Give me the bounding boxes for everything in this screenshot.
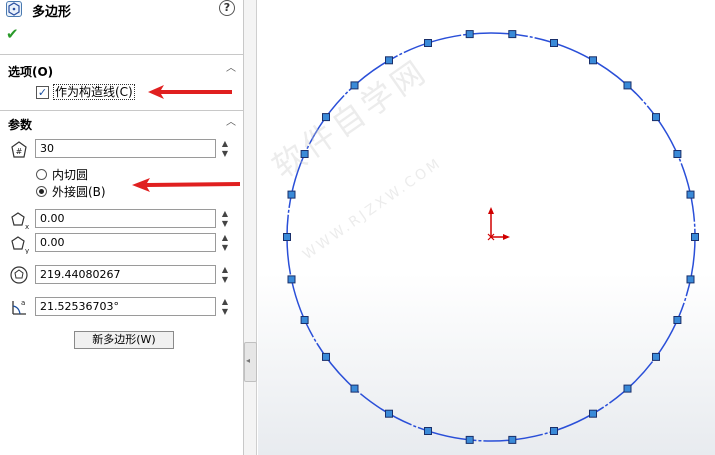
angle-icon: a: [9, 297, 29, 317]
polygon-vertex[interactable]: [508, 435, 517, 444]
panel-title: 多边形: [32, 5, 72, 20]
splitter-arrow-icon: ◂: [246, 356, 251, 365]
polygon-vertex[interactable]: [686, 190, 695, 199]
center-x-stepper[interactable]: ▲ ▼: [220, 209, 230, 229]
center-x-input[interactable]: 0.00: [35, 209, 216, 228]
panel-header: 多边形 ?: [0, 0, 244, 20]
angle-stepper[interactable]: ▲ ▼: [220, 297, 230, 317]
svg-text:x: x: [25, 223, 29, 230]
polygon-vertex[interactable]: [623, 384, 632, 393]
polygon-vertex[interactable]: [283, 233, 291, 241]
polygon-vertex[interactable]: [550, 427, 558, 435]
inscribed-radio[interactable]: [36, 169, 47, 180]
center-x-icon: x: [9, 210, 29, 231]
polygon-vertex[interactable]: [652, 352, 660, 361]
diameter-icon: [9, 265, 29, 285]
polygon-vertex[interactable]: [465, 30, 474, 39]
polygon-vertex[interactable]: [550, 39, 558, 47]
sides-count-input[interactable]: 30: [35, 139, 216, 158]
construction-checkbox-label[interactable]: 作为构造线(C): [53, 84, 135, 100]
polygon-vertex[interactable]: [287, 275, 296, 284]
panel-splitter[interactable]: [244, 0, 257, 455]
new-polygon-label: 新多边形(W): [92, 333, 156, 346]
polygon-vertex[interactable]: [623, 81, 632, 90]
polygon-vertex[interactable]: [673, 150, 682, 158]
center-y-input[interactable]: 0.00: [35, 233, 216, 252]
params-section-title: 参数: [8, 118, 33, 132]
annotation-arrow-params: [132, 178, 240, 192]
sides-count-stepper[interactable]: ▲ ▼: [220, 139, 230, 159]
polygon-vertex[interactable]: [424, 427, 432, 435]
svg-text:#: #: [16, 147, 23, 156]
construction-checkbox[interactable]: ✓: [36, 86, 49, 99]
property-manager-panel: 多边形 ? ✔ 选项(O) ︿ ✓ 作为构造线(C) 参数 ︿ # 30 ▲ ▼ …: [0, 0, 244, 455]
polygon-vertex[interactable]: [287, 190, 296, 199]
center-y-icon: y: [9, 234, 29, 255]
origin-icon: [487, 207, 510, 241]
polygon-vertex[interactable]: [385, 409, 393, 418]
angle-input[interactable]: 21.52536703°: [35, 297, 216, 316]
divider: [0, 54, 244, 55]
sketch-view[interactable]: [258, 0, 715, 455]
new-polygon-button[interactable]: 新多边形(W): [74, 331, 174, 349]
svg-text:a: a: [21, 299, 25, 307]
diameter-input[interactable]: 219.44080267: [35, 265, 216, 284]
polygon-vertex[interactable]: [589, 409, 597, 418]
collapse-params-chevron-icon[interactable]: ︿: [226, 118, 236, 128]
ok-button[interactable]: ✔: [6, 25, 19, 43]
polygon-vertex[interactable]: [589, 56, 597, 65]
sides-count-icon: #: [9, 140, 29, 160]
polygon-vertex[interactable]: [300, 316, 309, 324]
annotation-arrow-options: [148, 85, 232, 99]
polygon-vertex[interactable]: [673, 316, 682, 324]
help-button[interactable]: ?: [219, 0, 235, 16]
options-section-title: 选项(O): [8, 65, 54, 79]
inscribed-radio-label[interactable]: 内切圆: [52, 166, 88, 183]
graphics-area[interactable]: [258, 0, 715, 455]
circumscribed-radio-label[interactable]: 外接圆(B): [52, 183, 106, 200]
polygon-vertex[interactable]: [322, 352, 330, 361]
polygon-vertex[interactable]: [691, 233, 699, 241]
polygon-vertex[interactable]: [465, 435, 474, 444]
divider: [0, 110, 244, 111]
polygon-vertex[interactable]: [686, 275, 695, 284]
polygon-icon: [6, 1, 22, 17]
svg-text:y: y: [25, 247, 29, 254]
center-y-stepper[interactable]: ▲ ▼: [220, 233, 230, 253]
circumscribed-radio[interactable]: [36, 186, 47, 197]
diameter-stepper[interactable]: ▲ ▼: [220, 265, 230, 285]
polygon-vertex[interactable]: [508, 30, 517, 39]
polygon-vertex[interactable]: [652, 113, 660, 122]
collapse-options-chevron-icon[interactable]: ︿: [226, 64, 236, 74]
polygon-vertex[interactable]: [424, 39, 432, 47]
polygon-vertex[interactable]: [350, 384, 359, 393]
